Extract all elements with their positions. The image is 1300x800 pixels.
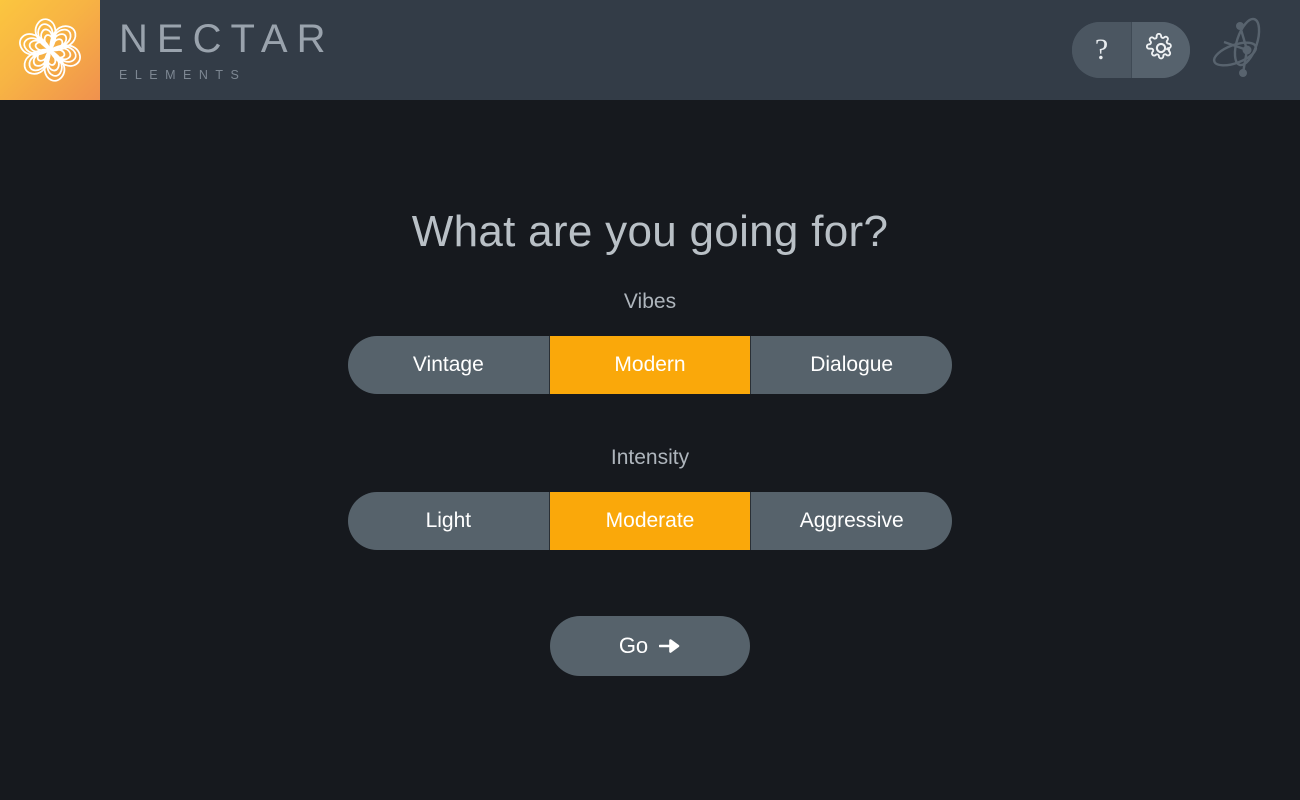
question-mark-icon: ? [1094,33,1109,66]
orbit-nodes-decoration-icon [1206,15,1278,85]
settings-button[interactable] [1131,22,1190,78]
brand-name: NECTAR [119,16,335,61]
group-label-intensity: Intensity [610,446,690,469]
segmented-control-intensity: Light Moderate Aggressive [348,492,952,550]
segment-aggressive[interactable]: Aggressive [751,492,952,550]
segment-modern[interactable]: Modern [549,336,752,394]
header-icon-pill: ? [1072,22,1190,78]
main-content: What are you going for? Vibes Vintage Mo… [0,100,1300,800]
brand-wordmark: NECTAR ELEMENTS [119,19,334,82]
segmented-control-vibes: Vintage Modern Dialogue [348,336,952,394]
page-title: What are you going for? [411,207,889,256]
segment-light[interactable]: Light [348,492,550,550]
go-button-row: Go [0,616,1300,676]
gear-icon [1145,32,1176,68]
header-actions: ? [1072,15,1300,85]
segment-dialogue[interactable]: Dialogue [751,336,952,394]
nectar-pinwheel-logo-icon [13,13,87,87]
logo-tile [0,0,100,100]
option-group-vibes: Vibes Vintage Modern Dialogue [0,290,1300,394]
help-button[interactable]: ? [1072,22,1131,78]
app-header: NECTAR ELEMENTS ? [0,0,1300,100]
arrow-right-icon [659,637,681,655]
segment-vintage[interactable]: Vintage [348,336,550,394]
group-label-vibes: Vibes [623,290,677,313]
brand-subtitle: ELEMENTS [119,67,247,82]
go-button[interactable]: Go [550,616,750,676]
option-group-intensity: Intensity Light Moderate Aggressive [0,446,1300,550]
go-button-label: Go [618,633,649,658]
segment-moderate[interactable]: Moderate [549,492,752,550]
